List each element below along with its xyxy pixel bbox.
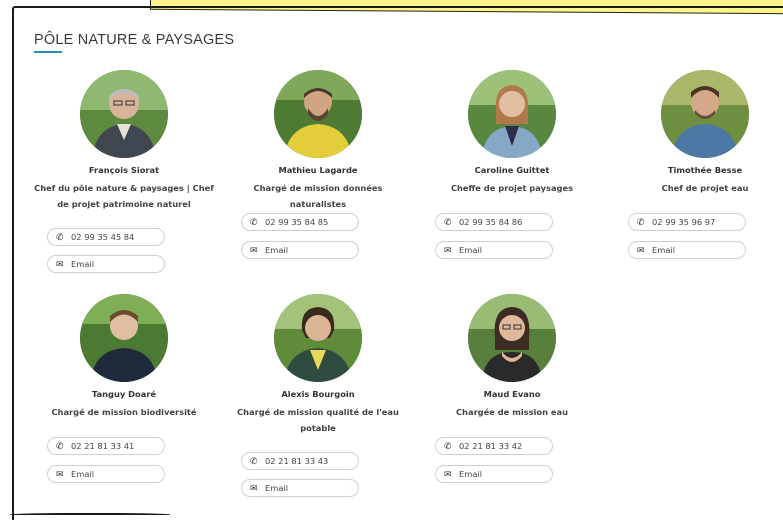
- phone-number: 02 99 35 96 97: [652, 217, 716, 227]
- member-role: Chargée de mission eau: [455, 407, 569, 417]
- phone-number: 02 99 35 45 84: [71, 232, 135, 242]
- member-name: Tanguy Doaré: [91, 389, 157, 399]
- member-role: Chargé de mission qualité de l'eau potab…: [237, 407, 399, 433]
- member-role: Chef du pôle nature & paysages | Chef de…: [34, 183, 214, 209]
- phone-icon: ✆: [56, 442, 64, 452]
- email-label: Email: [459, 469, 483, 479]
- phone-number: 02 21 81 33 41: [71, 441, 135, 451]
- envelope-icon: ✉: [444, 470, 452, 480]
- phone-number: 02 99 35 84 86: [459, 217, 523, 227]
- email-label: Email: [652, 245, 676, 255]
- email-label: Email: [71, 259, 95, 269]
- member-role: Chef de projet eau: [661, 183, 749, 193]
- email-label: Email: [265, 245, 289, 255]
- avatar: [661, 70, 749, 158]
- member-name: Maud Evano: [483, 389, 541, 399]
- avatar: [468, 294, 556, 382]
- member-role: Chargé de mission données naturalistes: [253, 183, 383, 209]
- phone-icon: ✆: [56, 233, 64, 243]
- email-button[interactable]: ✉ Email: [47, 255, 165, 273]
- member-name: Timothée Besse: [667, 165, 743, 175]
- phone-icon: ✆: [444, 442, 452, 452]
- phone-pill[interactable]: ✆ 02 99 35 84 86: [435, 213, 553, 231]
- envelope-icon: ✉: [56, 260, 64, 270]
- phone-number: 02 99 35 84 85: [265, 217, 329, 227]
- envelope-icon: ✉: [250, 484, 258, 494]
- member-name: Mathieu Lagarde: [278, 165, 358, 175]
- section-title: PÔLE NATURE & PAYSAGES: [34, 32, 235, 48]
- email-button[interactable]: ✉ Email: [435, 241, 553, 259]
- email-label: Email: [265, 483, 289, 493]
- envelope-icon: ✉: [56, 470, 64, 480]
- phone-icon: ✆: [444, 218, 452, 228]
- phone-icon: ✆: [250, 457, 258, 467]
- phone-icon: ✆: [637, 218, 645, 228]
- phone-pill[interactable]: ✆ 02 99 35 96 97: [628, 213, 746, 231]
- member-name: Caroline Guittet: [474, 165, 550, 175]
- title-underline: [34, 51, 62, 53]
- phone-pill[interactable]: ✆ 02 21 81 33 43: [241, 452, 359, 470]
- phone-pill[interactable]: ✆ 02 99 35 84 85: [241, 213, 359, 231]
- email-button[interactable]: ✉ Email: [241, 479, 359, 497]
- envelope-icon: ✉: [444, 246, 452, 256]
- avatar: [274, 70, 362, 158]
- email-label: Email: [71, 469, 95, 479]
- phone-pill[interactable]: ✆ 02 99 35 45 84: [47, 228, 165, 246]
- phone-pill[interactable]: ✆ 02 21 81 33 41: [47, 437, 165, 455]
- email-button[interactable]: ✉ Email: [47, 465, 165, 483]
- avatar: [468, 70, 556, 158]
- email-label: Email: [459, 245, 483, 255]
- phone-number: 02 21 81 33 43: [265, 456, 329, 466]
- envelope-icon: ✉: [637, 246, 645, 256]
- avatar: [274, 294, 362, 382]
- avatar: [80, 70, 168, 158]
- email-button[interactable]: ✉ Email: [241, 241, 359, 259]
- envelope-icon: ✉: [250, 246, 258, 256]
- member-name: Alexis Bourgoin: [281, 389, 355, 399]
- member-role: Chargé de mission biodiversité: [51, 407, 197, 417]
- email-button[interactable]: ✉ Email: [435, 465, 553, 483]
- phone-pill[interactable]: ✆ 02 21 81 33 42: [435, 437, 553, 455]
- email-button[interactable]: ✉ Email: [628, 241, 746, 259]
- member-role: Cheffe de projet paysages: [450, 183, 574, 193]
- hand-drawn-frame-bottom: [10, 513, 170, 517]
- member-name: François Siorat: [88, 165, 160, 175]
- phone-number: 02 21 81 33 42: [459, 441, 523, 451]
- avatar: [80, 294, 168, 382]
- phone-icon: ✆: [250, 218, 258, 228]
